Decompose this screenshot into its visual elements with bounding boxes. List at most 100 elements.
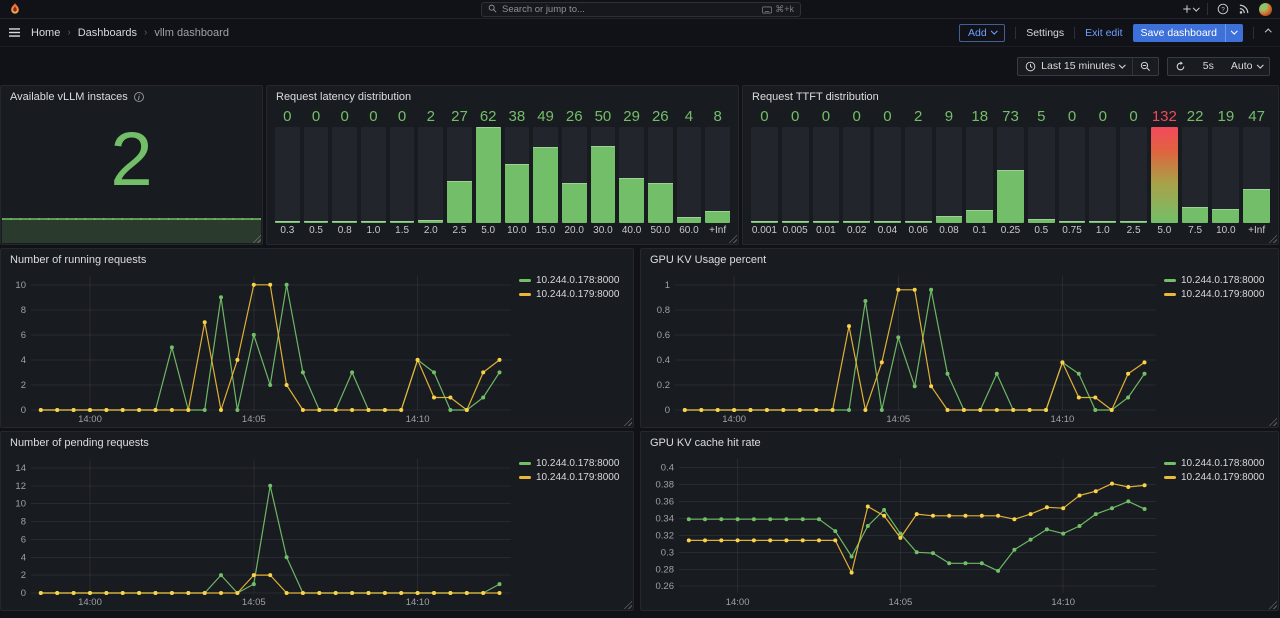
svg-text:14:00: 14:00 bbox=[78, 414, 102, 424]
panel-title[interactable]: Request latency distribution bbox=[276, 91, 411, 103]
time-series-chart: 024681014:0014:0514:10 bbox=[5, 270, 515, 424]
bar-fill bbox=[905, 221, 932, 223]
bar-track bbox=[1212, 127, 1239, 223]
refresh-interval-label[interactable]: 5s bbox=[1193, 58, 1224, 75]
bar-bucket-label: 1.0 bbox=[1089, 223, 1116, 238]
exit-edit-button[interactable]: Exit edit bbox=[1085, 27, 1122, 39]
time-range-picker[interactable]: Last 15 minutes bbox=[1018, 58, 1132, 75]
bar-column: 00.3 bbox=[275, 106, 300, 238]
legend-label: 10.244.0.179:8000 bbox=[1181, 289, 1264, 300]
bar-bucket-label: 5.0 bbox=[476, 223, 501, 238]
bar-bucket-label: 20.0 bbox=[562, 223, 587, 238]
bar-track bbox=[997, 127, 1024, 223]
legend-item[interactable]: 10.244.0.179:8000 bbox=[1164, 289, 1270, 300]
panel-title[interactable]: Request TTFT distribution bbox=[752, 91, 879, 103]
bar-track bbox=[418, 127, 443, 223]
panel-title[interactable]: GPU KV cache hit rate bbox=[650, 437, 761, 449]
svg-text:12: 12 bbox=[15, 481, 26, 492]
dashboard-canvas: Available vLLM instaces i 2 Request late… bbox=[0, 85, 1280, 618]
resize-handle[interactable] bbox=[1268, 600, 1277, 609]
add-new-button[interactable] bbox=[1182, 4, 1199, 14]
bar-fill bbox=[1059, 221, 1086, 223]
user-avatar[interactable] bbox=[1259, 3, 1272, 16]
breadcrumb-home[interactable]: Home bbox=[31, 27, 60, 39]
panel-running-requests: Number of running requests 024681014:001… bbox=[0, 248, 634, 428]
bar-fill bbox=[966, 210, 993, 223]
grafana-logo[interactable] bbox=[8, 2, 22, 16]
legend-item[interactable]: 10.244.0.179:8000 bbox=[519, 289, 625, 300]
bar-bucket-label: +Inf bbox=[1243, 223, 1270, 238]
legend-item[interactable]: 10.244.0.178:8000 bbox=[1164, 275, 1270, 286]
bar-bucket-label: 0.02 bbox=[843, 223, 870, 238]
svg-text:0: 0 bbox=[665, 405, 670, 416]
breadcrumb-dashboards[interactable]: Dashboards bbox=[78, 27, 137, 39]
add-button[interactable]: Add bbox=[959, 24, 1005, 42]
bar-value: 50 bbox=[591, 106, 616, 127]
bar-fill bbox=[1243, 189, 1270, 223]
panel-title[interactable]: Number of pending requests bbox=[10, 437, 149, 449]
bar-bucket-label: 2.0 bbox=[418, 223, 443, 238]
panel-title[interactable]: Available vLLM instaces i bbox=[10, 91, 144, 103]
bar-track bbox=[813, 127, 840, 223]
bar-bucket-label: 7.5 bbox=[1182, 223, 1209, 238]
bar-track bbox=[1120, 127, 1147, 223]
bar-column: 02.5 bbox=[1120, 106, 1147, 238]
legend-item[interactable]: 10.244.0.178:8000 bbox=[519, 275, 625, 286]
legend-item[interactable]: 10.244.0.178:8000 bbox=[1164, 458, 1270, 469]
panel-title[interactable]: Number of running requests bbox=[10, 254, 146, 266]
bar-bucket-label: 0.3 bbox=[275, 223, 300, 238]
bar-track bbox=[361, 127, 386, 223]
bar-track bbox=[751, 127, 778, 223]
bar-bucket-label: 0.04 bbox=[874, 223, 901, 238]
clock-icon bbox=[1025, 61, 1036, 72]
auto-refresh-dropdown[interactable]: Auto bbox=[1224, 58, 1269, 75]
bar-fill bbox=[619, 178, 644, 223]
bar-track bbox=[275, 127, 300, 223]
bar-bucket-label: 15.0 bbox=[533, 223, 558, 238]
save-dashboard-button[interactable]: Save dashboard bbox=[1133, 24, 1243, 42]
bar-column: 625.0 bbox=[476, 106, 501, 238]
menu-toggle-button[interactable] bbox=[8, 27, 21, 38]
bar-value: 9 bbox=[936, 106, 963, 127]
info-icon[interactable]: i bbox=[134, 92, 144, 102]
bar-column: 227.5 bbox=[1182, 106, 1209, 238]
panel-title[interactable]: GPU KV Usage percent bbox=[650, 254, 766, 266]
news-rss-button[interactable] bbox=[1238, 3, 1250, 15]
svg-text:2: 2 bbox=[21, 570, 26, 581]
refresh-group: 5s Auto bbox=[1167, 57, 1270, 76]
svg-text:14:05: 14:05 bbox=[242, 597, 266, 607]
bar-fill bbox=[275, 221, 300, 223]
resize-handle[interactable] bbox=[1268, 417, 1277, 426]
svg-text:0.38: 0.38 bbox=[656, 479, 675, 490]
bar-value: 38 bbox=[505, 106, 530, 127]
bar-track bbox=[1182, 127, 1209, 223]
bar-column: 00.04 bbox=[874, 106, 901, 238]
bar-value: 0 bbox=[390, 106, 415, 127]
svg-text:14:00: 14:00 bbox=[78, 597, 102, 607]
save-dashboard-caret[interactable] bbox=[1225, 24, 1243, 42]
bar-column: 2940.0 bbox=[619, 106, 644, 238]
bar-value: 19 bbox=[1212, 106, 1239, 127]
refresh-button[interactable] bbox=[1168, 58, 1193, 75]
bar-value: 2 bbox=[418, 106, 443, 127]
settings-button[interactable]: Settings bbox=[1026, 27, 1064, 39]
zoom-out-time-button[interactable] bbox=[1132, 58, 1158, 75]
collapse-toolbar-button[interactable] bbox=[1264, 30, 1273, 35]
resize-handle[interactable] bbox=[623, 417, 632, 426]
legend-item[interactable]: 10.244.0.178:8000 bbox=[519, 458, 625, 469]
bar-track bbox=[1089, 127, 1116, 223]
zoom-out-icon bbox=[1140, 61, 1151, 72]
breadcrumb-separator: › bbox=[144, 27, 147, 38]
help-button[interactable]: ? bbox=[1217, 3, 1229, 15]
bar-bucket-label: 40.0 bbox=[619, 223, 644, 238]
bar-fill bbox=[813, 221, 840, 223]
bar-fill bbox=[418, 220, 443, 223]
legend-item[interactable]: 10.244.0.179:8000 bbox=[1164, 472, 1270, 483]
bar-fill bbox=[1120, 221, 1147, 223]
resize-handle[interactable] bbox=[623, 600, 632, 609]
legend-item[interactable]: 10.244.0.179:8000 bbox=[519, 472, 625, 483]
bar-track bbox=[905, 127, 932, 223]
search-input[interactable]: Search or jump to... ⌘+k bbox=[481, 2, 801, 17]
bar-column: 00.005 bbox=[782, 106, 809, 238]
bar-value: 47 bbox=[1243, 106, 1270, 127]
